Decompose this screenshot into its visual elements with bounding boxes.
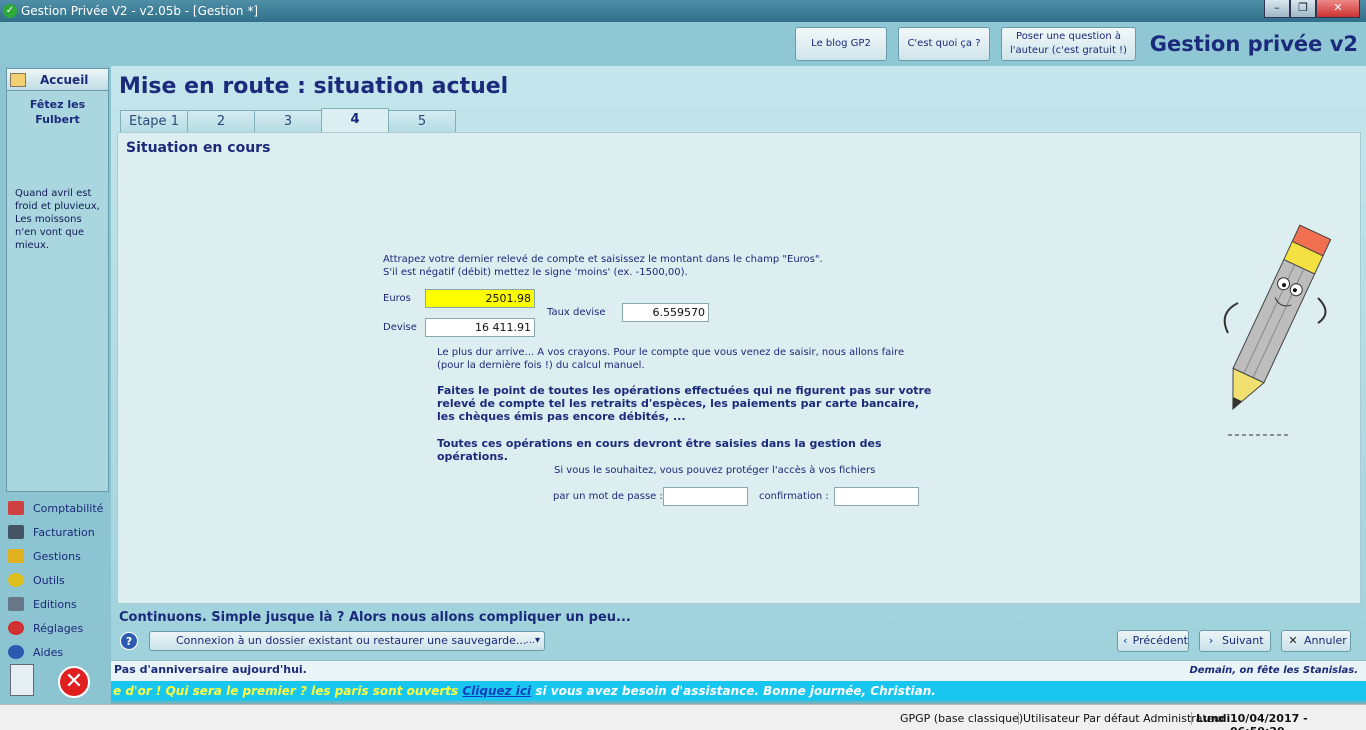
sidebar-item-comptabilite[interactable]: Comptabilité bbox=[8, 496, 108, 520]
intro-line-1: Attrapez votre dernier relevé de compte … bbox=[383, 254, 823, 265]
section-title: Situation en cours bbox=[126, 140, 271, 156]
sidebar-item-label: Outils bbox=[33, 573, 65, 587]
manual-calc-note: Le plus dur arrive... A vos crayons. Pou… bbox=[437, 347, 905, 371]
intro-line-2: S'il est négatif (débit) mettez le signe… bbox=[383, 267, 688, 278]
tab-step-1[interactable]: Etape 1 bbox=[120, 110, 188, 132]
printer-icon bbox=[8, 597, 24, 611]
status-day: Lundi bbox=[1191, 712, 1230, 725]
cancel-button[interactable]: ✕ Annuler bbox=[1281, 630, 1351, 652]
pending-ops-note-2: Toutes ces opérations en cours devront ê… bbox=[437, 437, 882, 463]
news-ticker: e d'or ! Qui sera le premier ? les paris… bbox=[111, 681, 1366, 701]
home-label: Accueil bbox=[40, 72, 89, 87]
next-button[interactable]: › Suivant bbox=[1199, 630, 1271, 652]
quit-icon[interactable]: ✕ bbox=[58, 666, 90, 698]
title-bar: ✓ Gestion Privée V2 - v2.05b - [Gestion … bbox=[0, 0, 1366, 22]
what-is-this-button[interactable]: C'est quoi ça ? bbox=[898, 27, 990, 61]
main-panel: Mise en route : situation actuel Etape 1… bbox=[111, 66, 1366, 660]
app-check-icon: ✓ bbox=[3, 4, 17, 18]
blog-button[interactable]: Le blog GP2 bbox=[795, 27, 887, 61]
page-title: Mise en route : situation actuel bbox=[119, 74, 509, 99]
tab-step-4[interactable]: 4 bbox=[321, 108, 389, 132]
app-title: Gestion privée v2 bbox=[1149, 32, 1358, 56]
chevron-left-icon: ‹ bbox=[1123, 634, 1128, 647]
calculator-icon[interactable] bbox=[10, 664, 34, 696]
euros-label: Euros bbox=[383, 293, 411, 304]
birthday-info: Pas d'anniversaire aujourd'hui. bbox=[114, 663, 307, 676]
sidebar-item-outils[interactable]: Outils bbox=[8, 568, 108, 592]
open-dossier-combo[interactable]: Connexion à un dossier existant ou resta… bbox=[149, 631, 545, 651]
flag-icon bbox=[8, 501, 24, 515]
next-label: Suivant bbox=[1222, 634, 1264, 647]
sidebar: Accueil Fêtez les Fulbert Quand avril es… bbox=[0, 66, 111, 706]
ticker-link[interactable]: Cliquez ici bbox=[462, 684, 531, 698]
sidebar-item-label: Gestions bbox=[33, 549, 81, 563]
sidebar-item-label: Facturation bbox=[33, 525, 95, 539]
password-label: par un mot de passe : bbox=[553, 491, 663, 502]
calculator-icon bbox=[8, 525, 24, 539]
help-icon bbox=[8, 645, 24, 659]
confirmation-label: confirmation : bbox=[759, 491, 829, 502]
step-tabs: Etape 1 2 3 4 5 bbox=[120, 108, 456, 132]
ticker-text-1: e d'or ! Qui sera le premier ? les paris… bbox=[113, 684, 463, 698]
pending-ops-note: Faites le point de toutes les opérations… bbox=[437, 384, 932, 423]
minimize-button[interactable]: – bbox=[1264, 0, 1290, 18]
continue-text: Continuons. Simple jusque là ? Alors nou… bbox=[119, 610, 631, 625]
sidebar-item-label: Editions bbox=[33, 597, 77, 611]
home-button[interactable]: Accueil bbox=[7, 69, 108, 91]
info-bar: Pas d'anniversaire aujourd'hui. Demain, … bbox=[111, 660, 1366, 681]
tab-step-3[interactable]: 3 bbox=[254, 110, 322, 132]
status-bar: GPGP (base classique) Utilisateur Par dé… bbox=[0, 704, 1366, 730]
sidebar-item-reglages[interactable]: Réglages bbox=[8, 616, 108, 640]
help-button[interactable]: ? bbox=[120, 632, 138, 650]
home-icon bbox=[10, 72, 26, 87]
cancel-label: Annuler bbox=[1304, 634, 1347, 647]
proverb: Quand avril est froid et pluvieux, Les m… bbox=[15, 188, 100, 251]
settings-icon bbox=[8, 621, 24, 635]
sidebar-item-label: Aides bbox=[33, 645, 64, 659]
tools-icon bbox=[8, 573, 24, 587]
password-input[interactable] bbox=[663, 487, 748, 506]
sidebar-home-panel: Accueil Fêtez les Fulbert Quand avril es… bbox=[6, 68, 109, 492]
pencil-icon bbox=[8, 549, 24, 563]
sidebar-item-label: Comptabilité bbox=[33, 501, 104, 515]
confirmation-input[interactable] bbox=[834, 487, 919, 506]
sidebar-menu: Comptabilité Facturation Gestions Outils… bbox=[8, 496, 108, 664]
maximize-button[interactable]: ❐ bbox=[1290, 0, 1316, 18]
tab-step-2[interactable]: 2 bbox=[187, 110, 255, 132]
window-title: Gestion Privée V2 - v2.05b - [Gestion *] bbox=[21, 4, 259, 18]
status-datetime: 10/04/2017 - 06:59:29 bbox=[1230, 712, 1308, 730]
previous-button[interactable]: ‹ Précédent bbox=[1117, 630, 1189, 652]
step-content: Situation en cours Attrapez votre dernie… bbox=[117, 132, 1361, 604]
header: Le blog GP2 C'est quoi ça ? Poser une qu… bbox=[0, 22, 1366, 66]
sidebar-item-label: Réglages bbox=[33, 621, 84, 635]
tab-step-5[interactable]: 5 bbox=[388, 110, 456, 132]
sidebar-item-facturation[interactable]: Facturation bbox=[8, 520, 108, 544]
close-icon: ✕ bbox=[1288, 634, 1298, 647]
close-button[interactable]: ✕ bbox=[1316, 0, 1360, 18]
password-hint: Si vous le souhaitez, vous pouvez protég… bbox=[554, 465, 876, 476]
chevron-right-icon: › bbox=[1208, 634, 1214, 647]
ask-author-button[interactable]: Poser une question à l'auteur (c'est gra… bbox=[1001, 27, 1136, 61]
chevron-down-icon: ...▾ bbox=[525, 635, 540, 646]
devise-label: Devise bbox=[383, 322, 417, 333]
sidebar-item-editions[interactable]: Editions bbox=[8, 592, 108, 616]
ticker-text-2: si vous avez besoin d'assistance. Bonne … bbox=[531, 684, 936, 698]
saint-of-day: Fêtez les Fulbert bbox=[29, 98, 86, 126]
window-controls: – ❐ ✕ bbox=[1264, 0, 1360, 18]
previous-label: Précédent bbox=[1132, 634, 1188, 647]
pencil-mascot-icon bbox=[1223, 224, 1332, 436]
taux-devise-input[interactable] bbox=[622, 303, 709, 322]
taux-devise-label: Taux devise bbox=[547, 307, 606, 318]
tomorrow-saint: Demain, on fête les Stanislas. bbox=[1189, 665, 1358, 676]
devise-input[interactable] bbox=[425, 318, 535, 337]
euros-input[interactable] bbox=[425, 289, 535, 308]
combo-label: Connexion à un dossier existant ou resta… bbox=[176, 634, 527, 647]
sidebar-item-aides[interactable]: Aides bbox=[8, 640, 108, 664]
database-status: GPGP (base classique) bbox=[900, 712, 1024, 725]
sidebar-item-gestions[interactable]: Gestions bbox=[8, 544, 108, 568]
